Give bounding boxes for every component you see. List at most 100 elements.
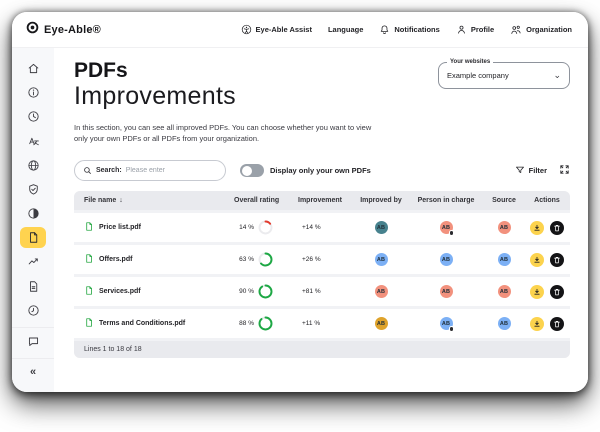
sidebar-item-website[interactable]	[20, 155, 46, 176]
trash-icon	[553, 220, 561, 235]
download-button[interactable]	[530, 252, 544, 267]
globe-icon	[27, 159, 40, 172]
sidebar-item-pdfs[interactable]	[20, 227, 46, 249]
search-input[interactable]	[125, 167, 217, 175]
page-description: In this section, you can see all improve…	[74, 122, 372, 144]
nav-item-label: Eye-Able Assist	[255, 25, 312, 34]
trending-up-icon	[27, 255, 40, 268]
person-in-charge-avatar: AB	[439, 317, 454, 332]
rating-donut-chart	[258, 316, 273, 331]
overall-rating-value: 88 %	[239, 320, 254, 328]
nav-item-language[interactable]: Language	[328, 25, 363, 34]
sidebar-item-support-chat[interactable]	[20, 331, 46, 352]
chevron-down-icon: ⌄	[553, 70, 561, 80]
table-row: Offers.pdf 63 % +26 % AB AB AB	[74, 245, 570, 275]
trash-icon	[553, 284, 561, 299]
download-button[interactable]	[530, 316, 544, 331]
report-icon	[27, 280, 40, 293]
delete-button[interactable]	[550, 284, 564, 299]
table-row: Terms and Conditions.pdf 88 % +11 % AB A…	[74, 309, 570, 339]
top-navbar: Eye-Able® Eye-Able Assist Language Notif…	[12, 12, 588, 48]
nav-item-notifications[interactable]: Notifications	[379, 24, 440, 35]
rating-donut-chart	[258, 220, 273, 235]
trash-icon	[553, 252, 561, 267]
column-header-actions[interactable]: Actions	[524, 197, 570, 204]
trash-icon	[553, 316, 561, 331]
sidebar-collapse-button[interactable]: «	[20, 362, 46, 383]
table-row: Price list.pdf 14 % +14 % AB AB AB	[74, 213, 570, 243]
rating-donut-chart	[258, 284, 273, 299]
table-header: File name ↓ Overall rating Improvement I…	[74, 191, 570, 211]
download-icon	[533, 220, 541, 235]
eye-able-logo-icon	[26, 21, 39, 39]
delete-button[interactable]	[550, 252, 564, 267]
sidebar-item-compliance[interactable]	[20, 179, 46, 200]
app-window: Eye-Able® Eye-Able Assist Language Notif…	[12, 12, 588, 392]
column-header-overall-rating[interactable]: Overall rating	[232, 197, 296, 204]
sort-desc-icon: ↓	[119, 197, 123, 205]
website-select-label: Your websites	[447, 58, 494, 65]
pdf-file-icon	[27, 231, 40, 244]
people-icon	[510, 24, 522, 36]
file-name: Price list.pdf	[99, 224, 142, 232]
chat-icon	[27, 335, 40, 348]
search-box[interactable]: Search:	[74, 160, 226, 182]
nav-item-label: Notifications	[394, 25, 440, 34]
sidebar-item-info[interactable]	[20, 82, 46, 103]
delete-button[interactable]	[550, 316, 564, 331]
funnel-icon	[515, 165, 525, 177]
own-pdfs-toggle[interactable]: Display only your own PDFs	[240, 164, 371, 178]
person-in-charge-avatar: AB	[439, 285, 453, 299]
toggle-switch-off[interactable]	[240, 164, 264, 178]
download-icon	[533, 316, 541, 331]
sidebar-divider	[12, 357, 54, 359]
bell-icon	[379, 24, 390, 35]
pdf-document-icon	[84, 285, 94, 298]
delete-button[interactable]	[550, 220, 564, 235]
overall-rating-value: 63 %	[239, 256, 254, 264]
column-header-improvement[interactable]: Improvement	[296, 197, 354, 204]
page-title-line2: Improvements	[74, 82, 236, 111]
fullscreen-button[interactable]	[559, 162, 570, 180]
main-content: PDFs Improvements Your websites Example …	[54, 48, 588, 392]
nav-item-organization[interactable]: Organization	[510, 24, 572, 36]
time-icon	[27, 304, 40, 317]
improved-by-avatar: AB	[374, 253, 388, 267]
column-header-person-in-charge[interactable]: Person in charge	[408, 197, 484, 204]
filter-button[interactable]: Filter	[515, 165, 547, 177]
improved-by-avatar: AB	[374, 221, 388, 235]
filter-label: Filter	[528, 166, 547, 176]
nav-item-label: Language	[327, 25, 364, 34]
overall-rating-value: 90 %	[239, 288, 254, 296]
sidebar-item-reports[interactable]	[20, 276, 46, 297]
file-name: Terms and Conditions.pdf	[99, 320, 186, 328]
website-select[interactable]: Your websites Example company ⌄	[438, 58, 570, 89]
sidebar-item-translate[interactable]	[20, 131, 46, 152]
improvement-value: +14 %	[302, 224, 321, 232]
sidebar-item-time[interactable]	[20, 300, 46, 321]
sidebar: «	[12, 48, 54, 392]
sidebar-item-history[interactable]	[20, 106, 46, 127]
rating-donut-chart	[258, 252, 273, 267]
sidebar-item-contrast[interactable]	[20, 203, 46, 224]
download-button[interactable]	[530, 220, 544, 235]
brand-logo[interactable]: Eye-Able®	[26, 21, 101, 39]
expand-icon	[559, 162, 570, 180]
sidebar-item-home[interactable]	[20, 58, 46, 79]
collapse-icon: «	[29, 366, 37, 379]
nav-item-profile[interactable]: Profile	[456, 24, 494, 35]
column-header-file-name[interactable]: File name ↓	[74, 197, 232, 204]
source-avatar: AB	[497, 285, 511, 299]
navbar-menu: Eye-Able Assist Language Notifications P…	[241, 24, 572, 36]
improvement-value: +11 %	[302, 320, 321, 328]
nav-item-assist[interactable]: Eye-Able Assist	[241, 24, 312, 35]
pdf-table: File name ↓ Overall rating Improvement I…	[74, 191, 570, 359]
overall-rating-value: 14 %	[239, 224, 254, 232]
column-header-improved-by[interactable]: Improved by	[354, 197, 408, 204]
pdf-document-icon	[84, 221, 94, 234]
download-button[interactable]	[530, 284, 544, 299]
improved-by-avatar: AB	[374, 317, 388, 331]
column-header-source[interactable]: Source	[484, 197, 524, 204]
sidebar-item-statistics[interactable]	[20, 251, 46, 272]
nav-item-label: Profile	[470, 25, 495, 34]
